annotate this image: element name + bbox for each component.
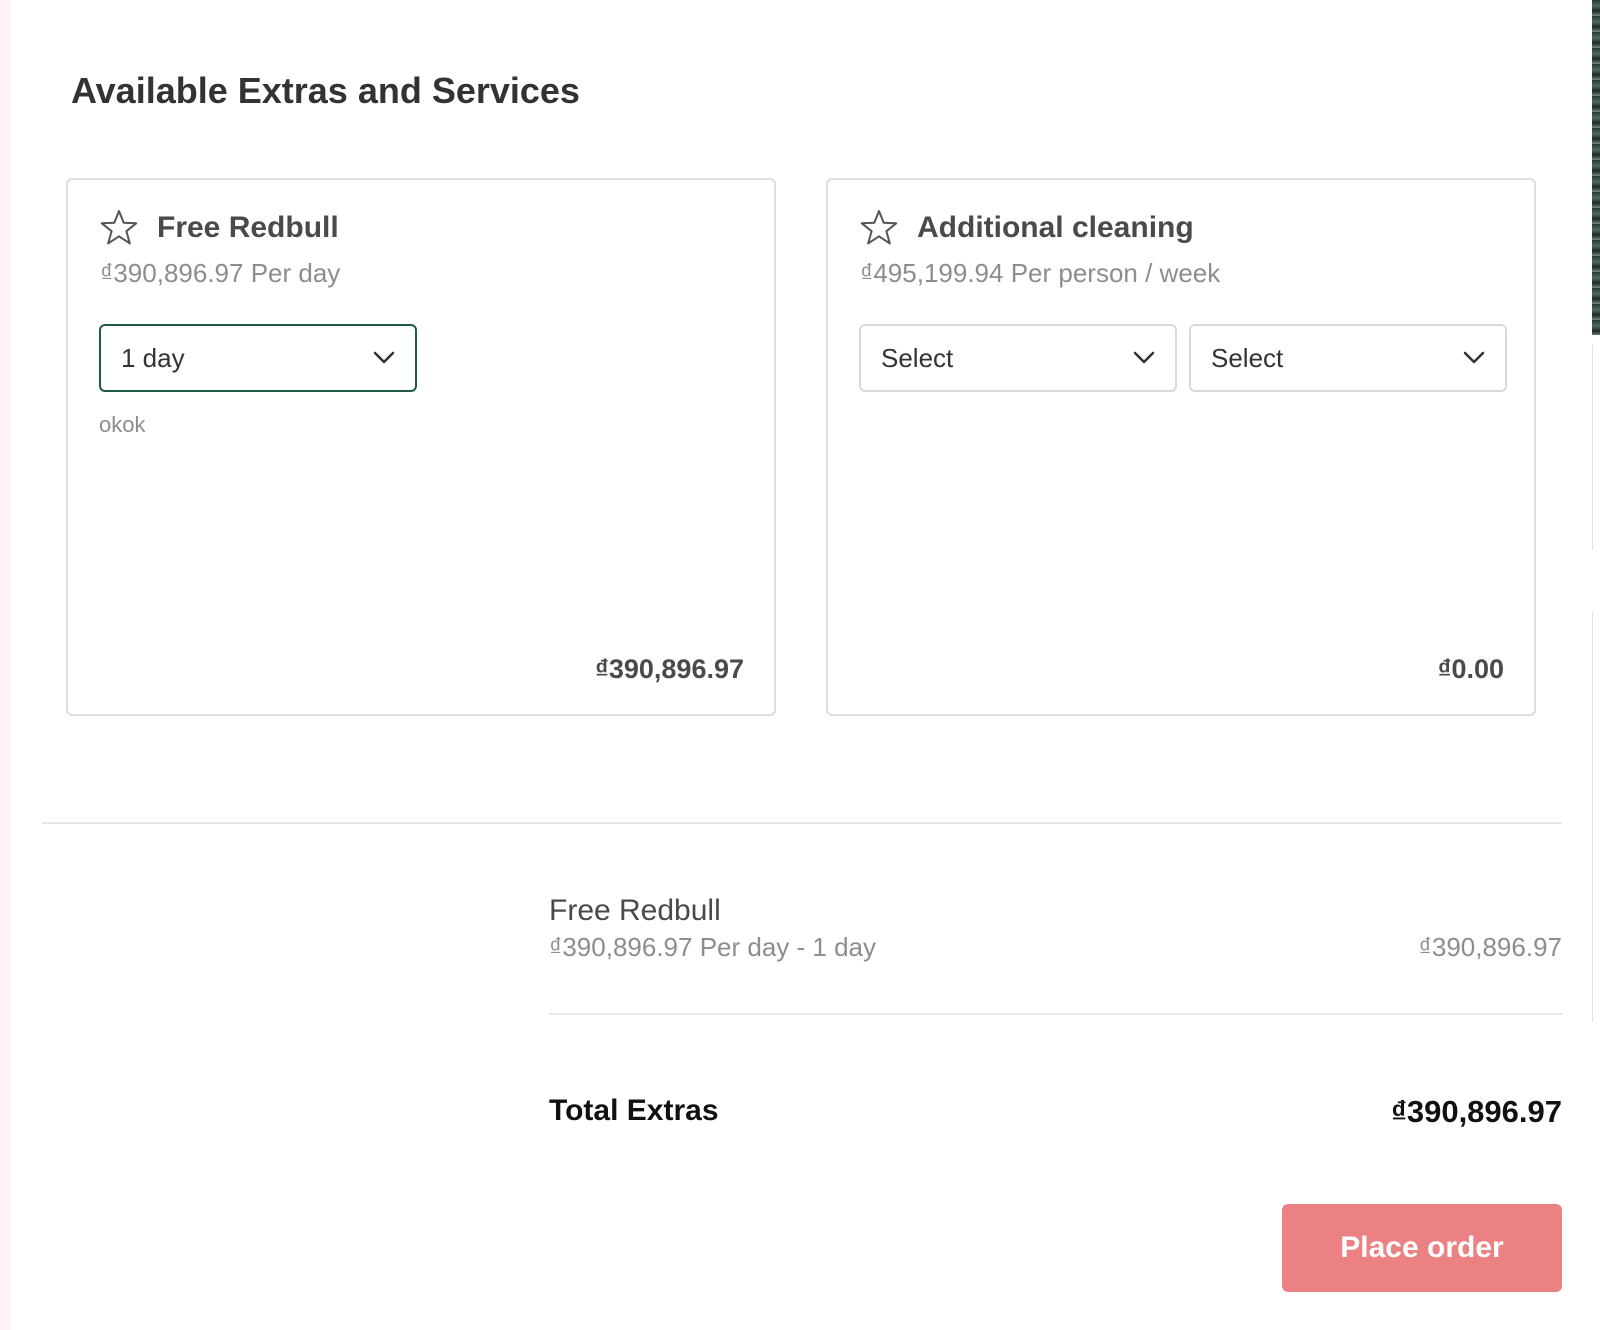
summary-item-detail: ₫390,896.97 Per day - 1 day — [549, 932, 877, 962]
chevron-down-icon — [373, 351, 395, 365]
summary-divider — [549, 1013, 1562, 1015]
total-extras-label: Total Extras — [549, 1094, 719, 1127]
section-divider — [42, 822, 1562, 824]
extra-total: ₫390,896.97 — [595, 654, 744, 684]
extra-total: ₫0.00 — [1437, 654, 1504, 684]
select-value: Select — [1211, 342, 1284, 373]
summary-item-name: Free Redbull — [549, 894, 721, 927]
extra-title: Free Redbull — [157, 211, 339, 244]
page-title: Available Extras and Services — [71, 70, 580, 111]
edge-divider — [1592, 345, 1593, 550]
select-value: 1 day — [121, 342, 185, 373]
extra-card-header: Free Redbull — [99, 208, 339, 248]
extra-price: ₫495,199.94 Per person / week — [860, 258, 1221, 288]
star-outline-icon[interactable] — [99, 208, 139, 248]
edge-divider — [1592, 612, 1593, 1022]
extra-note: okok — [99, 412, 146, 437]
duration-select[interactable]: 1 day — [99, 324, 417, 392]
extra-card-additional-cleaning: Additional cleaning ₫495,199.94 Per pers… — [826, 178, 1536, 716]
place-order-button[interactable]: Place order — [1282, 1204, 1562, 1292]
total-extras-value: ₫390,896.97 — [1390, 1094, 1562, 1129]
right-page-edge — [1592, 0, 1600, 1330]
chevron-down-icon — [1463, 351, 1485, 365]
extra-title: Additional cleaning — [917, 211, 1194, 244]
persons-select[interactable]: Select — [859, 324, 1177, 392]
weeks-select[interactable]: Select — [1189, 324, 1507, 392]
extra-price: ₫390,896.97 Per day — [100, 258, 341, 288]
summary-item-price: ₫390,896.97 — [1418, 932, 1562, 962]
star-outline-icon[interactable] — [859, 208, 899, 248]
chevron-down-icon — [1133, 351, 1155, 365]
background-photo-edge — [1592, 0, 1600, 335]
extra-card-header: Additional cleaning — [859, 208, 1194, 248]
select-value: Select — [881, 342, 954, 373]
extra-card-free-redbull: Free Redbull ₫390,896.97 Per day 1 day o… — [66, 178, 776, 716]
left-page-edge — [0, 0, 11, 1330]
